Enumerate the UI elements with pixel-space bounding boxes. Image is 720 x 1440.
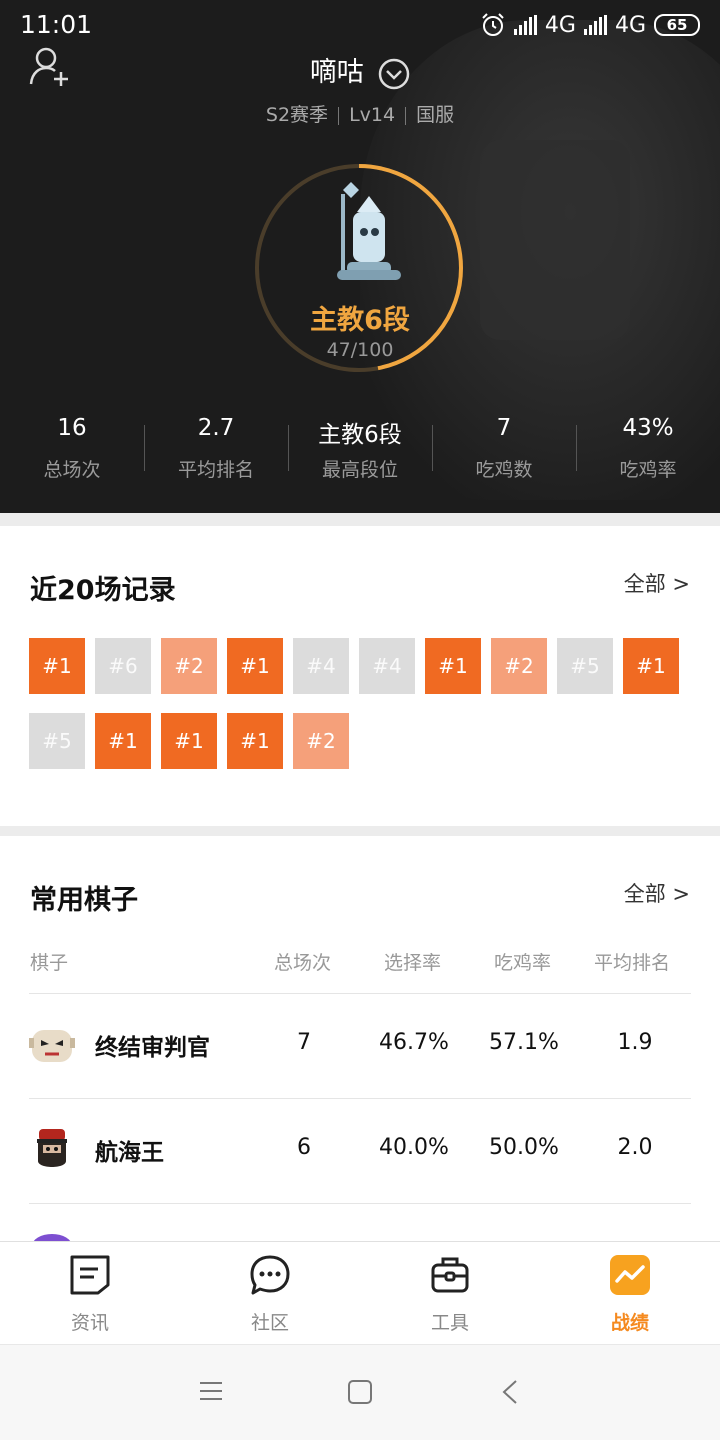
record-badge: #1 — [227, 638, 283, 694]
header-piece: 棋子 — [30, 952, 69, 974]
battery-icon: 65 — [654, 14, 700, 36]
rank-progress-text: 47/100 — [326, 339, 394, 361]
record-badge: #4 — [359, 638, 415, 694]
record-badge: #6 — [95, 638, 151, 694]
record-badge: #1 — [29, 638, 85, 694]
level-label: Lv14 — [349, 104, 396, 126]
header-pick-rate: 选择率 — [384, 952, 442, 974]
stat-label: 平均排名 — [177, 459, 254, 481]
recent-records-card: 近20场记录 全部 > #1 #6 #2 #1 #4 #4 #1 #2 #5 #1 #5 #1 #1 #1… — [0, 526, 720, 826]
bottom-tab-bar: 资讯 社区 工具 战绩 — [0, 1241, 720, 1344]
records-title: 近20场记录 — [30, 575, 176, 606]
username: 嘀咕 — [309, 57, 364, 88]
record-badge: #1 — [623, 638, 679, 694]
status-bar: 11:01 4G 4G 65 — [0, 0, 720, 50]
record-badge: #1 — [95, 713, 151, 769]
tab-tools[interactable]: 工具 — [360, 1242, 540, 1344]
piece-games: 6 — [297, 1135, 311, 1160]
stat-value: 43% — [622, 415, 674, 441]
tab-community[interactable]: 社区 — [180, 1242, 360, 1344]
table-row[interactable]: 终结审判官 7 46.7% 57.1% 1.9 — [29, 993, 691, 1098]
season-info: S2赛季 Lv14 国服 — [0, 100, 720, 127]
tab-stats[interactable]: 战绩 — [540, 1242, 720, 1344]
stat-avg-rank: 2.7 平均排名 — [144, 415, 288, 482]
stat-highest-rank: 主教6段 最高段位 — [288, 415, 432, 482]
record-badge: #4 — [293, 638, 349, 694]
piece-games: 7 — [297, 1030, 311, 1055]
piece-name: 航海王 — [95, 1140, 164, 1166]
piece-avg-rank: 1.9 — [617, 1030, 653, 1055]
tab-label: 社区 — [250, 1312, 289, 1334]
piece-name: 终结审判官 — [95, 1035, 210, 1061]
record-badge: #1 — [227, 713, 283, 769]
chat-bubble-icon — [250, 1255, 290, 1295]
network-type-2: 4G — [614, 12, 646, 38]
home-icon[interactable] — [347, 1379, 373, 1405]
record-badge: #2 — [161, 638, 217, 694]
records-view-all-link[interactable]: 全部 > — [624, 568, 690, 598]
tab-news[interactable]: 资讯 — [0, 1242, 180, 1344]
header-avg-rank: 平均排名 — [594, 952, 671, 974]
toolbox-icon — [431, 1257, 469, 1293]
stat-win-rate: 43% 吃鸡率 — [576, 415, 720, 482]
pieces-title: 常用棋子 — [30, 885, 138, 916]
header-games: 总场次 — [274, 952, 332, 974]
profile-header: 11:01 4G 4G 65 嘀咕 S2赛季 Lv14 国服 主教6段 47/1… — [0, 0, 720, 513]
status-time: 11:01 — [20, 10, 93, 39]
piece-avg-rank: 2.0 — [617, 1135, 653, 1160]
stat-total-games: 16 总场次 — [0, 415, 144, 482]
pirate-avatar — [37, 1129, 67, 1167]
stat-label: 最高段位 — [321, 459, 398, 481]
pieces-view-all-link[interactable]: 全部 > — [624, 878, 690, 908]
record-badge: #2 — [293, 713, 349, 769]
tab-label: 战绩 — [610, 1312, 649, 1334]
stat-value: 7 — [496, 415, 512, 441]
table-row[interactable]: 航海王 6 40.0% 50.0% 2.0 — [29, 1098, 691, 1203]
alarm-icon — [482, 13, 504, 36]
news-icon — [70, 1255, 110, 1295]
back-icon[interactable] — [500, 1379, 520, 1405]
piece-win-rate: 57.1% — [489, 1030, 559, 1055]
record-badge: #1 — [425, 638, 481, 694]
record-badge: #2 — [491, 638, 547, 694]
piece-pick-rate: 46.7% — [379, 1030, 449, 1055]
status-icons: 4G 4G 65 — [480, 12, 700, 38]
signal-icon-2 — [583, 15, 607, 35]
stat-label: 总场次 — [43, 459, 101, 481]
record-badge: #5 — [29, 713, 85, 769]
season-label: S2赛季 — [265, 104, 329, 126]
system-navigation-bar — [0, 1344, 720, 1440]
signal-icon — [513, 15, 537, 35]
network-type-1: 4G — [544, 12, 576, 38]
piece-win-rate: 50.0% — [489, 1135, 559, 1160]
tab-label: 工具 — [430, 1312, 469, 1334]
chart-line-icon — [610, 1255, 650, 1295]
rank-name: 主教6段 — [310, 305, 410, 336]
tab-label: 资讯 — [70, 1312, 109, 1334]
stat-value: 2.7 — [197, 415, 235, 441]
menu-icon[interactable] — [199, 1379, 223, 1403]
stat-value: 16 — [57, 415, 87, 441]
server-label: 国服 — [416, 104, 455, 126]
stat-value: 主教6段 — [318, 422, 402, 448]
stat-label: 吃鸡数 — [475, 459, 533, 481]
piece-pick-rate: 40.0% — [379, 1135, 449, 1160]
header-win-rate: 吃鸡率 — [494, 952, 552, 974]
username-switcher[interactable]: 嘀咕 — [0, 50, 720, 90]
common-pieces-card: 常用棋子 全部 > 棋子 总场次 选择率 吃鸡率 平均排名 终结审判官 7 46… — [0, 836, 720, 1258]
bishop-piece-icon — [337, 182, 401, 280]
skull-mask-avatar — [29, 1030, 75, 1062]
stat-label: 吃鸡率 — [619, 459, 677, 481]
chevron-down-icon — [379, 58, 410, 89]
summary-stats: 16 总场次 2.7 平均排名 主教6段 最高段位 7 吃鸡数 43% 吃鸡率 — [0, 415, 720, 482]
record-badge: #1 — [161, 713, 217, 769]
stat-wins: 7 吃鸡数 — [432, 415, 576, 482]
record-badge: #5 — [557, 638, 613, 694]
